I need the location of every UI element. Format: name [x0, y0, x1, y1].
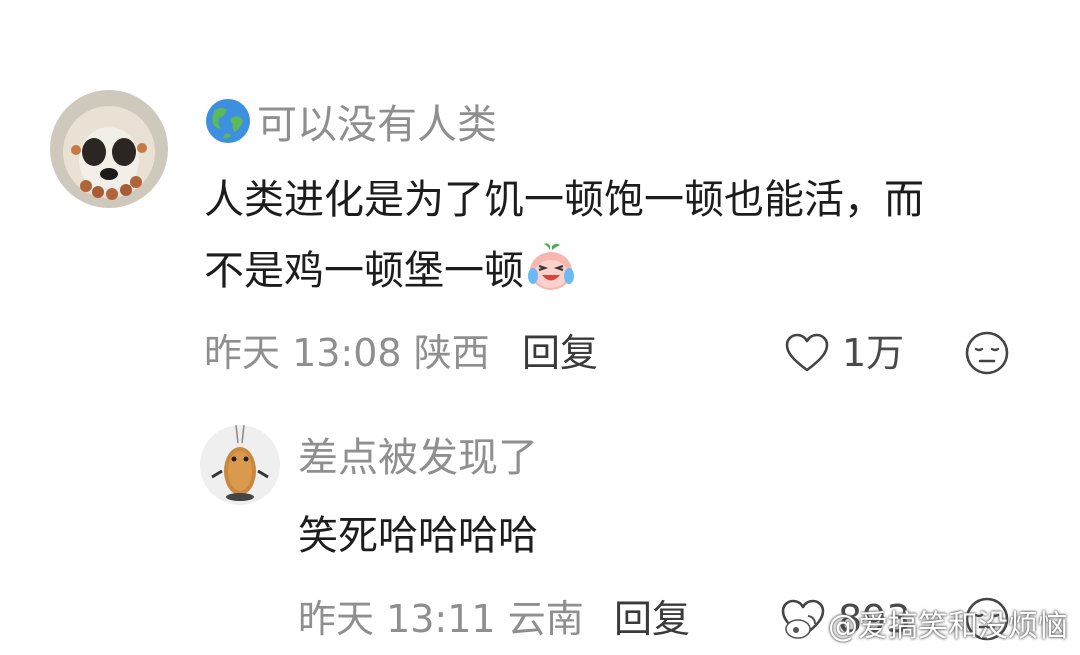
heart-icon[interactable]: [784, 332, 830, 378]
comment-meta: 昨天 13:08 陕西: [204, 328, 490, 378]
laughing-crying-peach-emoji-icon: [526, 242, 576, 307]
username[interactable]: 可以没有人类: [205, 98, 497, 157]
like-count: 1万: [842, 331, 905, 375]
reply-button[interactable]: 回复: [522, 328, 598, 378]
globe-icon: [205, 98, 251, 157]
reply-button[interactable]: 回复: [614, 594, 690, 644]
timestamp: 昨天 13:08: [204, 331, 402, 375]
comment-text: 人类进化是为了饥一顿饱一顿也能活，而: [204, 177, 924, 223]
meh-face-icon[interactable]: [964, 330, 1010, 380]
username[interactable]: 差点被发现了: [298, 432, 538, 484]
avatar[interactable]: [200, 425, 280, 505]
timestamp: 昨天 13:11: [298, 597, 496, 641]
location: 陕西: [413, 331, 490, 375]
watermark: @爱搞笑和没烦恼: [784, 601, 1068, 645]
comment-text-line2: 不是鸡一顿堡一顿: [204, 242, 576, 307]
comment-text: 笑死哈哈哈哈: [298, 513, 538, 559]
location: 云南: [507, 597, 584, 641]
comment-meta: 昨天 13:11 云南: [298, 594, 584, 644]
avatar[interactable]: [50, 90, 168, 208]
weibo-icon: [784, 609, 828, 644]
username-text: 可以没有人类: [257, 102, 497, 148]
